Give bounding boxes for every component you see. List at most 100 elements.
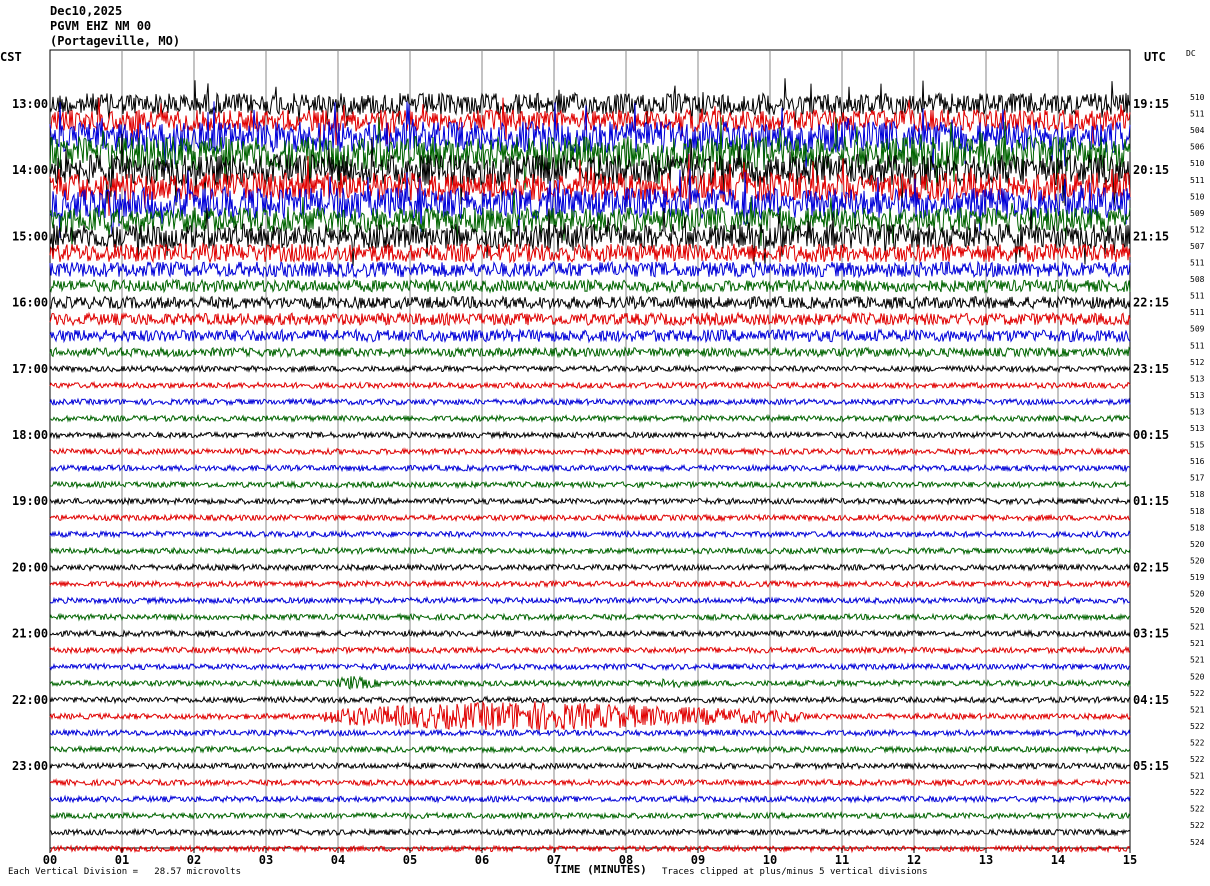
dc-value-label: 516	[1190, 457, 1205, 466]
right-hour-label: 04:15	[1133, 693, 1169, 707]
trace-line-12	[49, 295, 1131, 311]
x-tick-label: 14	[1051, 853, 1065, 867]
dc-value-label: 511	[1190, 308, 1205, 317]
right-hour-label: 03:15	[1133, 627, 1169, 641]
trace-line-21	[49, 446, 1131, 457]
dc-value-label: 521	[1190, 623, 1205, 632]
x-tick-label: 01	[115, 853, 129, 867]
scale-note: Each Vertical Division = 28.57 microvolt…	[8, 867, 241, 877]
right-hour-label: 01:15	[1133, 494, 1169, 508]
trace-line-33	[49, 645, 1131, 655]
trace-line-34	[49, 662, 1131, 672]
right-hour-label: 05:15	[1133, 759, 1169, 773]
x-tick-label: 13	[979, 853, 993, 867]
right-hour-label: 00:15	[1133, 428, 1169, 442]
trace-line-13	[49, 311, 1131, 327]
trace-line-38	[49, 728, 1131, 738]
clip-note: Traces clipped at plus/minus 5 vertical …	[662, 867, 928, 877]
left-hour-label: 13:00	[12, 97, 48, 111]
trace-line-41	[49, 777, 1131, 788]
trace-line-14	[49, 327, 1131, 344]
seismogram-plot: 510 511 504 506 510 511 510 509 512 507 511 508 511 5…	[12, 49, 1205, 867]
dc-value-label: 512	[1190, 225, 1205, 234]
x-axis-title: TIME (MINUTES)	[554, 863, 647, 876]
dc-value-label: 522	[1190, 755, 1205, 764]
x-tick-label: 11	[835, 853, 849, 867]
right-hour-label: 23:15	[1133, 362, 1169, 376]
trace-line-23	[49, 480, 1131, 490]
dc-value-label: 522	[1190, 788, 1205, 797]
dc-value-label: 511	[1190, 341, 1205, 350]
x-tick-label: 15	[1123, 853, 1137, 867]
left-hour-label: 14:00	[12, 163, 48, 177]
dc-value-label: 511	[1190, 110, 1205, 119]
dc-value-label: 520	[1190, 672, 1205, 681]
trace-line-35	[49, 675, 1131, 691]
dc-value-label: 509	[1190, 209, 1205, 218]
trace-line-44	[49, 827, 1131, 837]
left-hour-label: 21:00	[12, 627, 48, 641]
dc-value-label: 522	[1190, 738, 1205, 747]
trace-line-20	[49, 430, 1131, 440]
trace-line-26	[49, 529, 1131, 539]
dc-value-label: 508	[1190, 275, 1205, 284]
dc-value-label: 509	[1190, 325, 1205, 334]
trace-line-39	[49, 744, 1131, 755]
right-hour-label: 19:15	[1133, 97, 1169, 111]
left-hour-label: 18:00	[12, 428, 48, 442]
dc-value-label: 504	[1190, 126, 1205, 135]
trace-line-29	[49, 579, 1131, 589]
right-hour-label: 21:15	[1133, 229, 1169, 243]
right-timezone-label: UTC	[1144, 50, 1166, 64]
header-date: Dec10,2025	[50, 4, 123, 18]
dc-value-label: 520	[1190, 590, 1205, 599]
trace-line-17	[49, 380, 1131, 390]
x-tick-label: 12	[907, 853, 921, 867]
trace-line-18	[49, 397, 1131, 407]
dc-value-label: 513	[1190, 391, 1205, 400]
dc-value-label: 520	[1190, 556, 1205, 565]
dc-header-label: DC	[1186, 49, 1196, 58]
trace-line-9	[49, 241, 1131, 264]
dc-value-label: 510	[1190, 159, 1205, 168]
x-tick-label: 05	[403, 853, 417, 867]
x-tick-label: 04	[331, 853, 345, 867]
trace-line-22	[49, 463, 1131, 473]
right-hour-label: 02:15	[1133, 560, 1169, 574]
dc-value-label: 519	[1190, 573, 1205, 582]
dc-value-label: 522	[1190, 805, 1205, 814]
header-location: (Portageville, MO)	[50, 34, 181, 48]
dc-value-label: 520	[1190, 540, 1205, 549]
x-tick-label: 00	[43, 853, 57, 867]
x-tick-label: 02	[187, 853, 201, 867]
trace-line-25	[49, 513, 1131, 523]
dc-value-label: 522	[1190, 722, 1205, 731]
right-hour-label: 22:15	[1133, 296, 1169, 310]
left-hour-label: 19:00	[12, 494, 48, 508]
trace-line-45	[49, 844, 1131, 854]
trace-line-11	[49, 278, 1131, 294]
x-tick-label: 06	[475, 853, 489, 867]
right-hour-label: 20:15	[1133, 163, 1169, 177]
trace-line-28	[49, 562, 1131, 572]
dc-value-label: 512	[1190, 358, 1205, 367]
x-tick-label: 09	[691, 853, 705, 867]
dc-value-label: 511	[1190, 176, 1205, 185]
dc-value-label: 511	[1190, 292, 1205, 301]
x-tick-label: 10	[763, 853, 777, 867]
dc-value-label: 510	[1190, 93, 1205, 102]
trace-line-36	[49, 695, 1131, 705]
dc-value-label: 510	[1190, 192, 1205, 201]
dc-value-label: 518	[1190, 507, 1205, 516]
trace-line-15	[49, 346, 1131, 359]
dc-value-label: 520	[1190, 606, 1205, 615]
trace-line-32	[49, 628, 1131, 639]
dc-value-label: 507	[1190, 242, 1205, 251]
left-hour-label: 16:00	[12, 296, 48, 310]
left-hour-label: 23:00	[12, 759, 48, 773]
dc-value-label: 513	[1190, 407, 1205, 416]
dc-value-label: 522	[1190, 689, 1205, 698]
left-hour-label: 17:00	[12, 362, 48, 376]
trace-line-16	[49, 364, 1131, 374]
trace-line-43	[49, 811, 1131, 821]
